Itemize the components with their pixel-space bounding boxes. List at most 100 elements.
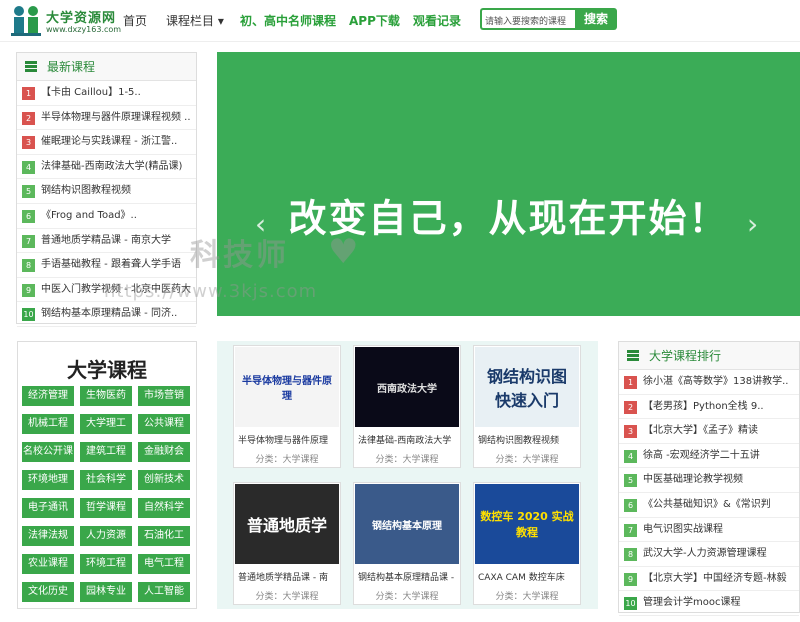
ranking-header: 大学课程排行 [619,342,799,370]
category-button[interactable]: 农业课程 [22,554,74,574]
list-item[interactable]: 9 【北京大学】中国经济专题-林毅 [619,567,799,592]
course-title[interactable]: 钢结构识图教程视频 [478,433,578,446]
course-thumbnail[interactable]: 普通地质学 [235,484,339,564]
list-item[interactable]: 7 电气识图实战课程 [619,518,799,543]
list-item-label: 半导体物理与器件原理课程视频 .. [41,111,191,123]
logo-title: 大学资源网 [46,11,117,26]
category-button[interactable]: 哲学课程 [80,498,132,518]
ranking-title: 大学课程排行 [649,349,722,363]
list-item-label: 【北京大学】中国经济专题-林毅 [643,572,787,584]
course-thumbnail[interactable]: 半导体物理与器件原理 [235,347,339,427]
rank-number-badge: 4 [624,449,637,463]
nav-item[interactable]: 首页 [123,12,147,29]
course-card[interactable]: 普通地质学普通地质学精品课 - 南分类：大学课程 [233,482,341,605]
category-button[interactable]: 园林专业 [80,582,132,602]
category-button[interactable]: 名校公开课 [22,442,74,462]
list-item[interactable]: 8 手语基础教程 - 跟着聋人学手语 [17,253,196,278]
category-button[interactable]: 建筑工程 [80,442,132,462]
list-item[interactable]: 5 中医基础理论教学视频 [619,468,799,493]
course-thumbnail[interactable]: 钢结构基本原理 [355,484,459,564]
category-button[interactable]: 生物医药 [80,386,132,406]
rank-number-badge: 8 [22,259,35,273]
list-item-label: 徐小湛《高等数学》138讲教学.. [643,376,789,387]
category-button[interactable]: 大学理工 [80,414,132,434]
list-item-label: 电气识图实战课程 [643,523,723,535]
rank-number-badge: 5 [22,185,35,199]
list-item[interactable]: 1 【卡由 Caillou】1-5.. [17,81,196,106]
logo-url: www.dxzy163.com [46,25,122,34]
list-icon [627,350,639,361]
category-button[interactable]: 市场营销 [138,386,190,406]
list-item[interactable]: 8 武汉大学-人力资源管理课程 [619,542,799,567]
course-title[interactable]: 钢结构基本原理精品课 - [358,570,458,583]
list-item[interactable]: 2 【老男孩】Python全栈 9.. [619,395,799,420]
nav-item[interactable]: APP下载 [349,12,400,29]
course-card[interactable]: 西南政法大学 法律基础-西南政法大学 分类：大学课程 [353,345,461,468]
list-item[interactable]: 10 钢结构基本原理精品课 - 同济.. [17,302,196,327]
list-item[interactable]: 5 钢结构识图教程视频 [17,179,196,204]
course-thumbnail[interactable]: 数控车 2020 实战教程 [475,484,579,564]
course-thumbnail[interactable]: 西南政法大学 [355,347,459,427]
course-category: 分类：大学课程 [495,455,559,465]
banner-next-arrow-icon[interactable]: › [747,208,758,241]
category-button[interactable]: 创新技术 [138,470,190,490]
category-button[interactable]: 公共课程 [138,414,190,434]
list-item[interactable]: 4 法律基础-西南政法大学(精品课) [17,155,196,180]
course-thumbnail[interactable]: 钢结构识图 快速入门 [475,347,579,427]
course-category: 分类：大学课程 [255,592,319,602]
category-button[interactable]: 法律法规 [22,526,74,546]
nav-item[interactable]: 课程栏目 ▾ [166,12,224,29]
list-item-label: 【卡由 Caillou】1-5.. [41,87,141,98]
category-button[interactable]: 环境地理 [22,470,74,490]
banner-carousel[interactable]: 改变自己，从现在开始！ ‹ › [217,52,800,350]
banner-slogan: 改变自己，从现在开始！ [288,196,729,241]
category-button[interactable]: 自然科学 [138,498,190,518]
category-button[interactable]: 经济管理 [22,386,74,406]
course-card[interactable]: 数控车 2020 实战教程 CAXA CAM 数控车床 分类：大学课程 [473,482,581,605]
watermark-text: 科技师 [190,238,289,273]
list-item[interactable]: 1 徐小湛《高等数学》138讲教学.. [619,370,799,395]
course-card[interactable]: 钢结构基本原理 钢结构基本原理精品课 - 分类：大学课程 [353,482,461,605]
search-button[interactable]: 搜索 [575,8,617,30]
list-item[interactable]: 2 半导体物理与器件原理课程视频 .. [17,106,196,131]
header: 大学资源网 www.dxzy163.com 首页 课程栏目 ▾ 初、高中名师课程 AP… [0,0,800,42]
course-title[interactable]: 普通地质学精品课 - 南 [238,570,338,583]
course-title[interactable]: 半导体物理与器件原理 [238,433,338,446]
ranking-panel: 大学课程排行 1 徐小湛《高等数学》138讲教学.. 2 【老男孩】Python全栈 … [618,341,800,616]
rank-number-badge: 8 [624,548,637,562]
list-item[interactable]: 6 《Frog and Toad》.. [17,204,196,229]
category-button[interactable]: 社会科学 [80,470,132,490]
category-button[interactable]: 人力资源 [80,526,132,546]
category-button[interactable]: 金融财会 [138,442,190,462]
list-item[interactable]: 7 普通地质学精品课 - 南京大学 [17,229,196,254]
course-title[interactable]: CAXA CAM 数控车床 [478,570,578,583]
rank-number-badge: 5 [624,474,637,488]
site-logo[interactable]: 大学资源网 www.dxzy163.com [8,4,121,38]
search-input[interactable]: 请输入要搜索的课程 [480,8,576,30]
rank-number-badge: 2 [624,400,637,414]
category-button[interactable]: 机械工程 [22,414,74,434]
category-button[interactable]: 电气工程 [138,554,190,574]
rank-number-badge: 1 [22,87,35,100]
list-item-label: 【北京大学】《孟子》精读 [643,425,758,437]
nav-item[interactable]: 初、高中名师课程 [240,12,336,29]
category-button[interactable]: 石油化工 [138,526,190,546]
rank-number-badge: 3 [22,136,35,150]
list-item[interactable]: 3 催眠理论与实践课程 - 浙江警.. [17,130,196,155]
list-item[interactable]: 6 《公共基础知识》&《常识判 [619,493,799,518]
category-button[interactable]: 环境工程 [80,554,132,574]
course-card[interactable]: 钢结构识图 快速入门钢结构识图教程视频 分类：大学课程 [473,345,581,468]
rank-number-badge: 7 [624,523,637,537]
list-item[interactable]: 3 【北京大学】《孟子》精读 [619,419,799,444]
course-title[interactable]: 法律基础-西南政法大学 [358,433,458,446]
nav-item[interactable]: 观看记录 [413,12,461,29]
course-card[interactable]: 半导体物理与器件原理 半导体物理与器件原理 分类：大学课程 [233,345,341,468]
list-item-label: 钢结构基本原理精品课 - 同济.. [41,308,178,320]
list-item-label: 【老男孩】Python全栈 9.. [643,400,764,412]
category-button[interactable]: 人工智能 [138,582,190,602]
category-button[interactable]: 文化历史 [22,582,74,602]
category-button[interactable]: 电子通讯 [22,498,74,518]
list-item[interactable]: 4 徐高 -宏观经济学二十五讲 [619,444,799,469]
list-item-label: 普通地质学精品课 - 南京大学 [41,234,171,246]
list-item[interactable]: 10 管理会计学mooc课程 [619,591,799,616]
